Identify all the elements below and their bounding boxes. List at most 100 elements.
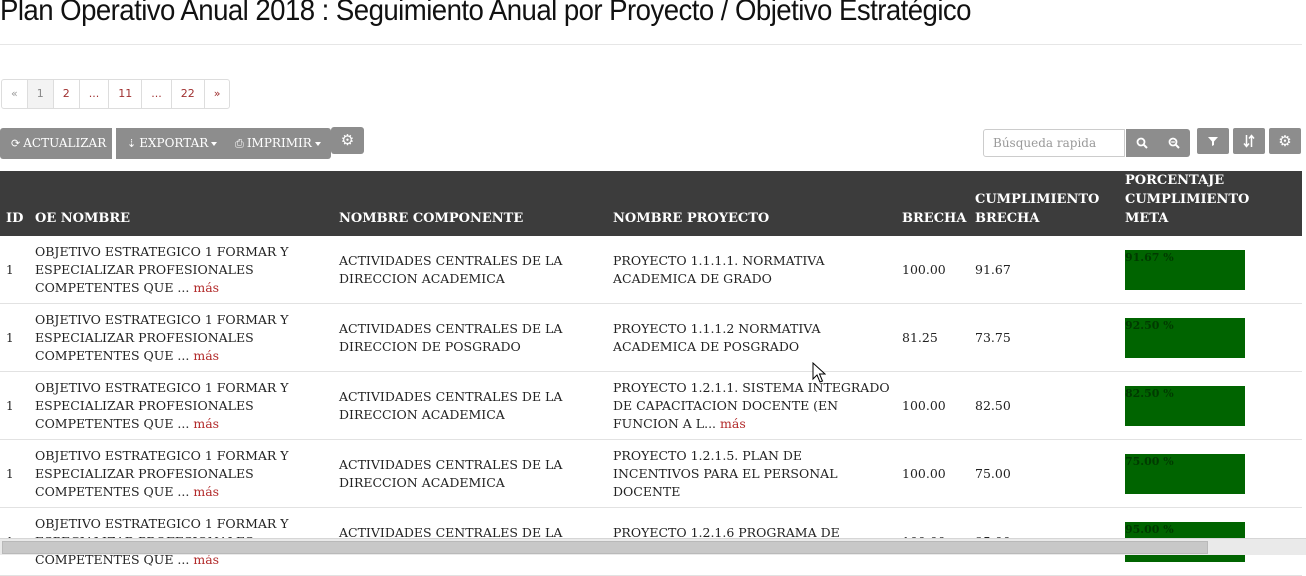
cell-cumplimiento: 73.75 — [975, 329, 1011, 345]
more-link[interactable]: más — [193, 484, 219, 499]
progress-bar: 82.50 % — [1125, 385, 1245, 426]
column-header-cumplimiento[interactable]: CUMPLIMIENTO BRECHA — [969, 171, 1119, 236]
cell-proyecto: PROYECTO 1.1.1.1. NORMATIVA ACADEMICA DE… — [607, 236, 896, 304]
cell-porcentaje: 75.00 % — [1119, 440, 1302, 508]
column-header-porcentaje[interactable]: PORCENTAJE CUMPLIMIENTO META — [1119, 171, 1302, 236]
pagination-item[interactable]: 11 — [108, 80, 141, 108]
column-header-id[interactable]: ID — [0, 171, 29, 236]
sort-icon — [1243, 134, 1255, 148]
oe-text: OBJETIVO ESTRATEGICO 1 FORMAR Y ESPECIAL… — [35, 311, 289, 363]
cell-cumplimiento: 91.67 — [975, 261, 1011, 277]
pagination-prev[interactable]: « — [2, 80, 27, 108]
horizontal-scrollbar[interactable] — [0, 538, 1306, 555]
title-divider — [0, 44, 1302, 45]
export-icon: ⇣ — [127, 137, 137, 150]
oe-text: OBJETIVO ESTRATEGICO 1 FORMAR Y ESPECIAL… — [35, 243, 289, 295]
table-header-row: ID OE NOMBRE NOMBRE COMPONENTE NOMBRE PR… — [0, 171, 1302, 236]
pagination-item[interactable]: 1 — [26, 80, 53, 108]
column-header-proyecto[interactable]: NOMBRE PROYECTO — [607, 171, 896, 236]
pagination-item: ... — [141, 80, 171, 108]
pagination-item[interactable]: 22 — [170, 80, 204, 108]
oe-text: OBJETIVO ESTRATEGICO 1 FORMAR Y ESPECIAL… — [35, 379, 289, 431]
cell-porcentaje: 91.67 % — [1119, 236, 1302, 304]
cell-componente: ACTIVIDADES CENTRALES DE LA DIRECCION AC… — [339, 388, 563, 422]
cell-brecha: 100.00 — [902, 465, 946, 481]
progress-label: 91.67 % — [1125, 250, 1174, 264]
proyecto-text: PROYECTO 1.1.1.2 NORMATIVA ACADEMICA DE … — [613, 320, 821, 354]
progress-label: 82.50 % — [1125, 386, 1174, 400]
pagination-item: ... — [78, 80, 109, 108]
cell-id: 1 — [6, 262, 14, 277]
gear-icon: ⚙ — [340, 131, 355, 149]
column-header-brecha[interactable]: BRECHA — [896, 171, 969, 236]
cell-proyecto: PROYECTO 1.2.1.1. SISTEMA INTEGRADO DE C… — [607, 372, 896, 440]
refresh-icon: ⟳ — [11, 137, 21, 150]
gear-icon: ⚙ — [1278, 132, 1292, 150]
export-button-label: EXPORTAR — [139, 136, 209, 150]
cell-oe-nombre: OBJETIVO ESTRATEGICO 1 FORMAR Y ESPECIAL… — [29, 440, 333, 508]
proyecto-text: PROYECTO 1.2.1.5. PLAN DE INCENTIVOS PAR… — [613, 447, 838, 499]
cell-porcentaje: 92.50 % — [1119, 304, 1302, 372]
table-row[interactable]: 1 OBJETIVO ESTRATEGICO 1 FORMAR Y ESPECIA… — [0, 372, 1302, 440]
pagination-next[interactable]: » — [203, 80, 230, 108]
more-link[interactable]: más — [193, 348, 219, 363]
progress-label: 75.00 % — [1125, 454, 1174, 468]
progress-bar: 92.50 % — [1125, 317, 1245, 358]
results-table: ID OE NOMBRE NOMBRE COMPONENTE NOMBRE PR… — [0, 171, 1302, 576]
cell-brecha: 100.00 — [902, 397, 946, 413]
more-link[interactable]: más — [720, 416, 746, 431]
more-link[interactable]: más — [193, 280, 219, 295]
clear-search-button[interactable] — [1158, 129, 1190, 157]
oe-text: OBJETIVO ESTRATEGICO 1 FORMAR Y ESPECIAL… — [35, 447, 289, 499]
table-row[interactable]: 1 OBJETIVO ESTRATEGICO 1 FORMAR Y ESPECIA… — [0, 236, 1302, 304]
proyecto-text: PROYECTO 1.2.1.1. SISTEMA INTEGRADO DE C… — [613, 379, 890, 431]
cell-brecha: 81.25 — [902, 329, 938, 345]
search-button[interactable] — [1126, 129, 1158, 157]
cell-oe-nombre: OBJETIVO ESTRATEGICO 1 FORMAR Y ESPECIAL… — [29, 236, 333, 304]
chevron-down-icon — [211, 141, 218, 146]
cell-componente: ACTIVIDADES CENTRALES DE LA DIRECCION AC… — [339, 252, 563, 286]
print-icon: ⎙ — [235, 137, 244, 150]
export-button[interactable]: ⇣ EXPORTAR — [116, 128, 224, 159]
pagination-item[interactable]: 2 — [52, 80, 79, 108]
cell-componente: ACTIVIDADES CENTRALES DE LA DIRECCION DE… — [339, 320, 563, 354]
cell-proyecto: PROYECTO 1.1.1.2 NORMATIVA ACADEMICA DE … — [607, 304, 896, 372]
filter-icon — [1208, 137, 1218, 146]
column-header-componente[interactable]: NOMBRE COMPONENTE — [333, 171, 607, 236]
refresh-button-label: ACTUALIZAR — [23, 136, 107, 150]
zoom-out-icon — [1168, 137, 1180, 149]
table-settings-button[interactable]: ⚙ — [331, 127, 364, 154]
scrollbar-thumb[interactable] — [2, 541, 1208, 554]
filter-button[interactable] — [1197, 128, 1229, 154]
column-header-oe-nombre[interactable]: OE NOMBRE — [29, 171, 333, 236]
cell-cumplimiento: 75.00 — [975, 465, 1011, 481]
cell-oe-nombre: OBJETIVO ESTRATEGICO 1 FORMAR Y ESPECIAL… — [29, 372, 333, 440]
cell-brecha: 100.00 — [902, 261, 946, 277]
page-title: Plan Operativo Anual 2018 : Seguimiento … — [0, 0, 972, 27]
table-row[interactable]: 1 OBJETIVO ESTRATEGICO 1 FORMAR Y ESPECIA… — [0, 440, 1302, 508]
print-button-label: IMPRIMIR — [246, 136, 312, 150]
progress-label: 92.50 % — [1125, 318, 1174, 332]
quick-search-input[interactable] — [983, 129, 1125, 157]
cell-id: 1 — [6, 330, 14, 345]
column-settings-button[interactable]: ⚙ — [1269, 128, 1301, 154]
cell-oe-nombre: OBJETIVO ESTRATEGICO 1 FORMAR Y ESPECIAL… — [29, 304, 333, 372]
chevron-down-icon — [314, 141, 321, 146]
print-button[interactable]: ⎙ IMPRIMIR — [224, 128, 331, 159]
pagination: «1 2... 11... 22» — [1, 79, 231, 109]
progress-bar: 75.00 % — [1125, 453, 1245, 494]
more-link[interactable]: más — [193, 416, 219, 431]
progress-bar: 91.67 % — [1125, 249, 1245, 290]
refresh-button[interactable]: ⟳ ACTUALIZAR — [0, 128, 112, 159]
sort-button[interactable] — [1233, 128, 1265, 154]
proyecto-text: PROYECTO 1.1.1.1. NORMATIVA ACADEMICA DE… — [613, 252, 825, 286]
cell-id: 1 — [6, 398, 14, 413]
progress-label: 95.00 % — [1125, 522, 1174, 536]
cell-proyecto: PROYECTO 1.2.1.5. PLAN DE INCENTIVOS PAR… — [607, 440, 896, 508]
cell-porcentaje: 82.50 % — [1119, 372, 1302, 440]
table-row[interactable]: 1 OBJETIVO ESTRATEGICO 1 FORMAR Y ESPECIA… — [0, 304, 1302, 372]
cell-cumplimiento: 82.50 — [975, 397, 1011, 413]
cell-id: 1 — [6, 466, 14, 481]
search-icon — [1136, 137, 1148, 149]
cell-componente: ACTIVIDADES CENTRALES DE LA DIRECCION AC… — [339, 456, 563, 490]
